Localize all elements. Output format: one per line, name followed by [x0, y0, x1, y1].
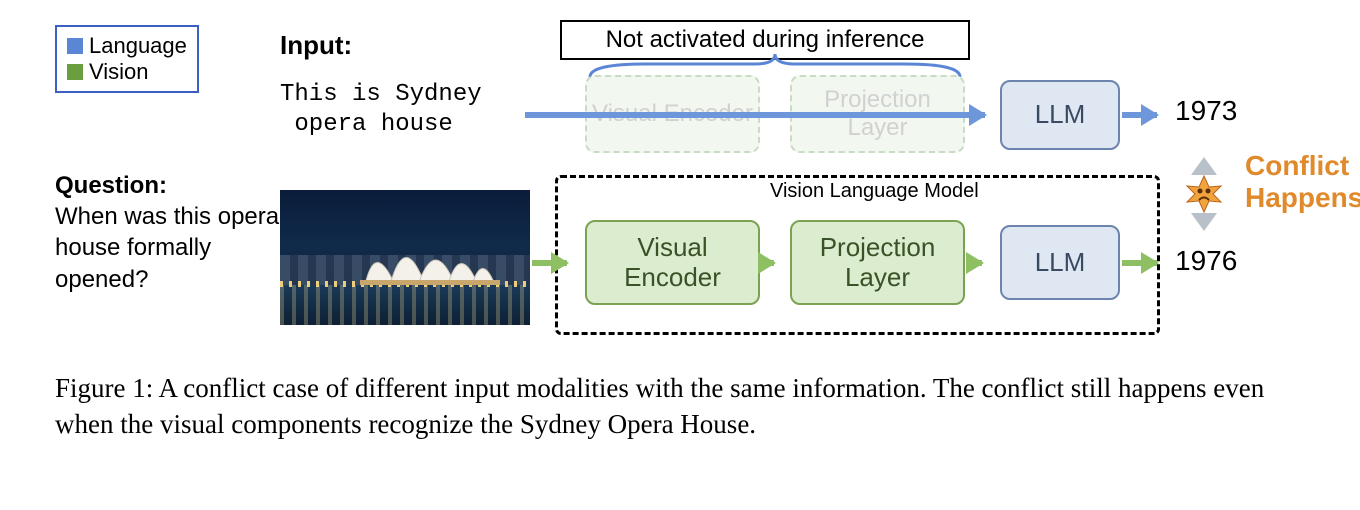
llm-block-bottom: LLM — [1000, 225, 1120, 300]
sydney-opera-image — [280, 190, 530, 325]
arrow-image-to-encoder — [532, 260, 567, 266]
text-input: This is Sydney opera house — [280, 80, 482, 140]
output-language-answer: 1973 — [1175, 95, 1237, 127]
question-block: Question: When was this opera house form… — [55, 170, 280, 295]
swatch-language — [67, 38, 83, 54]
legend-vision-label: Vision — [89, 59, 149, 85]
caption-text: A conflict case of different input modal… — [55, 373, 1264, 439]
question-text: When was this opera house formally opene… — [55, 203, 279, 292]
arrow-encoder-to-projection — [762, 260, 774, 266]
legend-language-label: Language — [89, 33, 187, 59]
visual-encoder-block: Visual Encoder — [585, 220, 760, 305]
llm-block-top: LLM — [1000, 80, 1120, 150]
caption-prefix: Figure 1: — [55, 373, 159, 403]
swatch-vision — [67, 64, 83, 80]
arrow-projection-to-llm — [967, 260, 982, 266]
legend-box: Language Vision — [55, 25, 199, 93]
legend-row-language: Language — [67, 33, 187, 59]
arrow-llm-to-output-blue — [1122, 112, 1157, 118]
projection-layer-block: Projection Layer — [790, 220, 965, 305]
vlm-frame-label: Vision Language Model — [770, 180, 979, 203]
input-label: Input: — [280, 30, 352, 61]
legend-row-vision: Vision — [67, 59, 187, 85]
output-vision-answer: 1976 — [1175, 245, 1237, 277]
arrow-llm-to-output-green — [1122, 260, 1157, 266]
arrow-text-to-llm — [525, 112, 985, 118]
figure-caption: Figure 1: A conflict case of different i… — [55, 370, 1305, 443]
conflict-icon — [1173, 155, 1235, 238]
conflict-label: ConflictHappens — [1245, 150, 1360, 214]
question-heading: Question: — [55, 172, 167, 199]
